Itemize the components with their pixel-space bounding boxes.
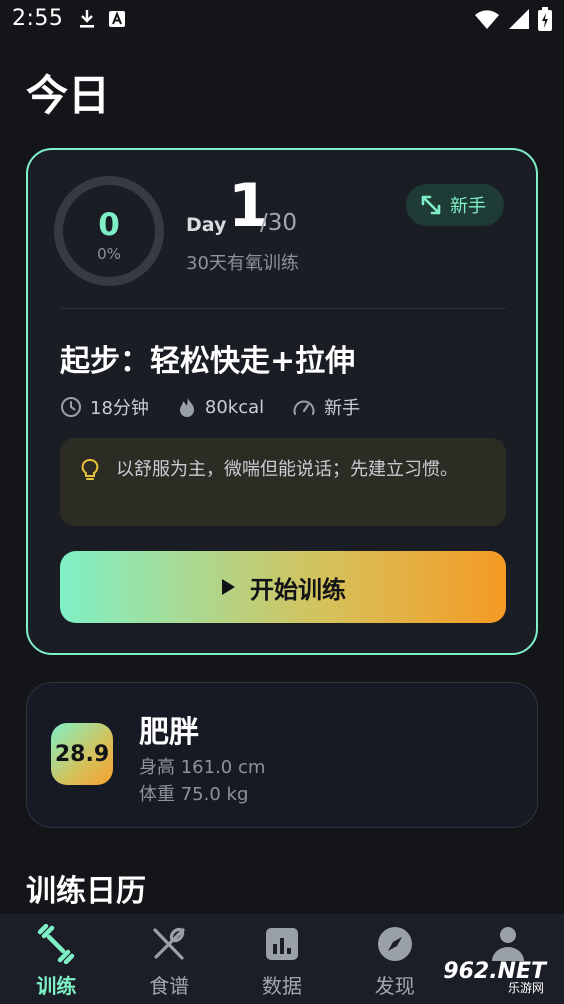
speedometer-icon [293, 400, 315, 415]
tip-box: 以舒服为主，微喘但能说话；先建立习惯。 [60, 438, 506, 526]
dumbbell-icon [38, 924, 75, 964]
play-icon [222, 579, 235, 595]
chart-icon [265, 928, 298, 960]
start-workout-button[interactable]: 开始训练 [60, 551, 506, 623]
watermark: 962.NET 乐游网 [422, 954, 558, 998]
wifi-icon [475, 10, 499, 29]
watermark-sub: 乐游网 [507, 981, 544, 995]
calendar-section-title: 训练日历 [26, 874, 146, 909]
page-title: 今日 [26, 71, 111, 120]
day-total: /30 [260, 210, 298, 236]
progress-ring: 0 0% [54, 176, 164, 286]
tip-text: 以舒服为主，微喘但能说话；先建立习惯。 [116, 459, 458, 480]
progress-value: 0 [98, 207, 120, 243]
bmi-category: 肥胖 [139, 715, 199, 750]
compass-icon [377, 927, 412, 961]
nav-label-recipes: 食谱 [149, 974, 190, 998]
bmi-height: 身高 161.0 cm [139, 757, 266, 778]
meta-calories: 80kcal [177, 396, 264, 418]
clock-icon [61, 397, 81, 417]
status-time: 2:55 [12, 6, 64, 31]
bmi-weight: 体重 75.0 kg [139, 784, 249, 805]
battery-icon [538, 7, 552, 31]
nav-label-data: 数据 [261, 974, 302, 998]
bmi-badge: 28.9 [51, 723, 113, 785]
workout-meta: 18分钟 80kcal 新手 [60, 394, 388, 420]
screen: 2:55 今日 0 0% Day 1 /30 30天有氧训练 新手 起步：轻松快… [0, 0, 564, 1004]
expand-arrows-icon [421, 195, 441, 215]
nav-item-data[interactable]: 数据 [226, 914, 339, 1004]
bmi-value: 28.9 [54, 741, 110, 767]
workout-title: 起步：轻松快走+拉伸 [60, 344, 356, 379]
progress-percent: 0% [97, 245, 121, 263]
plan-name: 30天有氧训练 [186, 253, 299, 274]
status-left-icons [78, 9, 126, 29]
download-icon [80, 10, 94, 28]
nav-item-recipes[interactable]: 食谱 [113, 914, 226, 1004]
duration-text: 18分钟 [90, 398, 149, 419]
status-right-icons [474, 7, 552, 31]
signal-icon [509, 9, 529, 29]
fork-knife-icon [153, 927, 185, 960]
nav-item-training[interactable]: 训练 [0, 914, 113, 1004]
nav-label-discover: 发现 [374, 974, 415, 998]
flame-icon [179, 397, 194, 417]
meta-difficulty: 新手 [292, 394, 360, 420]
difficulty-text: 新手 [324, 398, 361, 419]
level-badge-label: 新手 [450, 196, 486, 217]
divider [60, 308, 506, 309]
meta-duration: 18分钟 [60, 394, 149, 420]
bmi-card[interactable]: 28.9 肥胖 身高 161.0 cm 体重 75.0 kg [26, 682, 538, 828]
plan-card: 0 0% Day 1 /30 30天有氧训练 新手 起步：轻松快走+拉伸 18分… [26, 148, 538, 655]
status-bar: 2:55 [0, 0, 564, 40]
lightbulb-icon [81, 459, 99, 480]
level-badge[interactable]: 新手 [406, 184, 504, 226]
nav-label-training: 训练 [36, 974, 77, 998]
day-label: Day [186, 214, 227, 236]
start-workout-label: 开始训练 [250, 576, 346, 604]
calories-text: 80kcal [204, 396, 265, 418]
keyboard-a-icon [109, 11, 125, 27]
